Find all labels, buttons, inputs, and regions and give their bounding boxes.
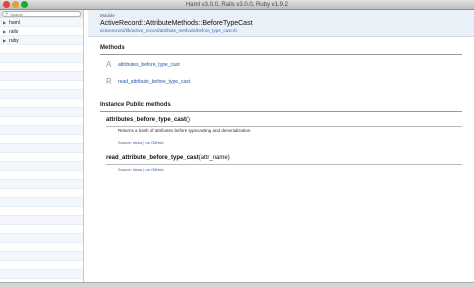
empty-row (0, 135, 83, 144)
method-args: () (186, 117, 191, 123)
empty-row (0, 144, 83, 153)
sidebar-item-label: ruby (9, 38, 19, 44)
empty-row (0, 153, 83, 162)
empty-row (0, 108, 83, 117)
window-titlebar: Haml v3.0.0, Rails v3.0.0, Ruby v1.9.2 (0, 0, 474, 10)
window-bottom-bar (0, 282, 474, 287)
empty-row (0, 198, 83, 207)
method-detail-title: attributes_before_type_cast() (106, 117, 190, 123)
method-letter-r: R (106, 77, 112, 86)
empty-row (0, 171, 83, 180)
empty-row (0, 207, 83, 216)
methods-heading: Methods (100, 45, 125, 51)
method-detail-title: read_attribute_before_type_cast(attr_nam… (106, 155, 230, 161)
empty-row (0, 54, 83, 63)
disclosure-triangle-icon[interactable]: ▶ (3, 20, 6, 25)
doc-banner: Module ActiveRecord::AttributeMethods::B… (88, 10, 474, 37)
empty-row (0, 234, 83, 243)
sidebar-item-label: haml (9, 20, 20, 26)
empty-row (0, 81, 83, 90)
empty-row (0, 72, 83, 81)
source-file-link[interactable]: activerecord/lib/active_record/attribute… (100, 28, 474, 34)
empty-row (0, 99, 83, 108)
divider (106, 164, 462, 165)
method-source-links: Source: show | on GitHub (118, 140, 164, 145)
instance-methods-heading: Instance Public methods (100, 102, 171, 108)
empty-row (0, 216, 83, 225)
sidebar-item-haml[interactable]: ▶ haml (0, 18, 83, 27)
sidebar-item-ruby[interactable]: ▶ ruby (0, 36, 83, 45)
empty-row (0, 252, 83, 261)
method-description: Returns a hash of attributes before type… (118, 128, 252, 133)
search-input[interactable] (10, 12, 80, 16)
empty-row (0, 189, 83, 198)
empty-row (0, 180, 83, 189)
method-link-attributes-before-type-cast[interactable]: attributes_before_type_cast (118, 62, 180, 68)
empty-row (0, 126, 83, 135)
window-title: Haml v3.0.0, Rails v3.0.0, Ruby v1.9.2 (185, 2, 289, 8)
empty-row (0, 90, 83, 99)
divider (100, 54, 462, 55)
show-source-link[interactable]: show (133, 140, 142, 145)
empty-row (0, 45, 83, 54)
method-letter-a: A (106, 60, 112, 69)
disclosure-triangle-icon[interactable]: ▶ (3, 38, 6, 43)
method-args: (attr_name) (198, 155, 230, 161)
divider (106, 126, 462, 127)
source-label: Source: (118, 167, 132, 172)
search-box[interactable]: ⚲ (2, 11, 81, 17)
source-label: Source: (118, 140, 132, 145)
empty-row (0, 117, 83, 126)
show-source-link[interactable]: show (133, 167, 142, 172)
github-link[interactable]: on GitHub (146, 140, 164, 145)
method-link-read-attribute-before-type-cast[interactable]: read_attribute_before_type_cast (118, 79, 190, 85)
method-name: attributes_before_type_cast (106, 117, 187, 123)
search-bar: ⚲ (0, 10, 83, 18)
doc-content: Module ActiveRecord::AttributeMethods::B… (88, 10, 474, 282)
empty-row (0, 243, 83, 252)
sidebar-item-label: rails (9, 29, 19, 35)
sidebar: ⚲ ▶haml ▶rails ▶ruby (0, 10, 84, 282)
method-source-links: Source: show | on GitHub (118, 167, 164, 172)
empty-row (0, 162, 83, 171)
divider (100, 111, 462, 112)
page-title: ActiveRecord::AttributeMethods::BeforeTy… (100, 20, 253, 27)
empty-row (0, 63, 83, 72)
sidebar-tree: ▶ haml ▶ rails ▶ ruby (0, 18, 83, 282)
disclosure-triangle-icon[interactable]: ▶ (3, 29, 6, 34)
empty-row (0, 225, 83, 234)
sidebar-item-rails[interactable]: ▶ rails (0, 27, 83, 36)
empty-row (0, 261, 83, 270)
empty-row (0, 270, 83, 279)
method-name: read_attribute_before_type_cast (106, 155, 199, 161)
github-link[interactable]: on GitHub (146, 167, 164, 172)
search-icon: ⚲ (5, 11, 9, 17)
